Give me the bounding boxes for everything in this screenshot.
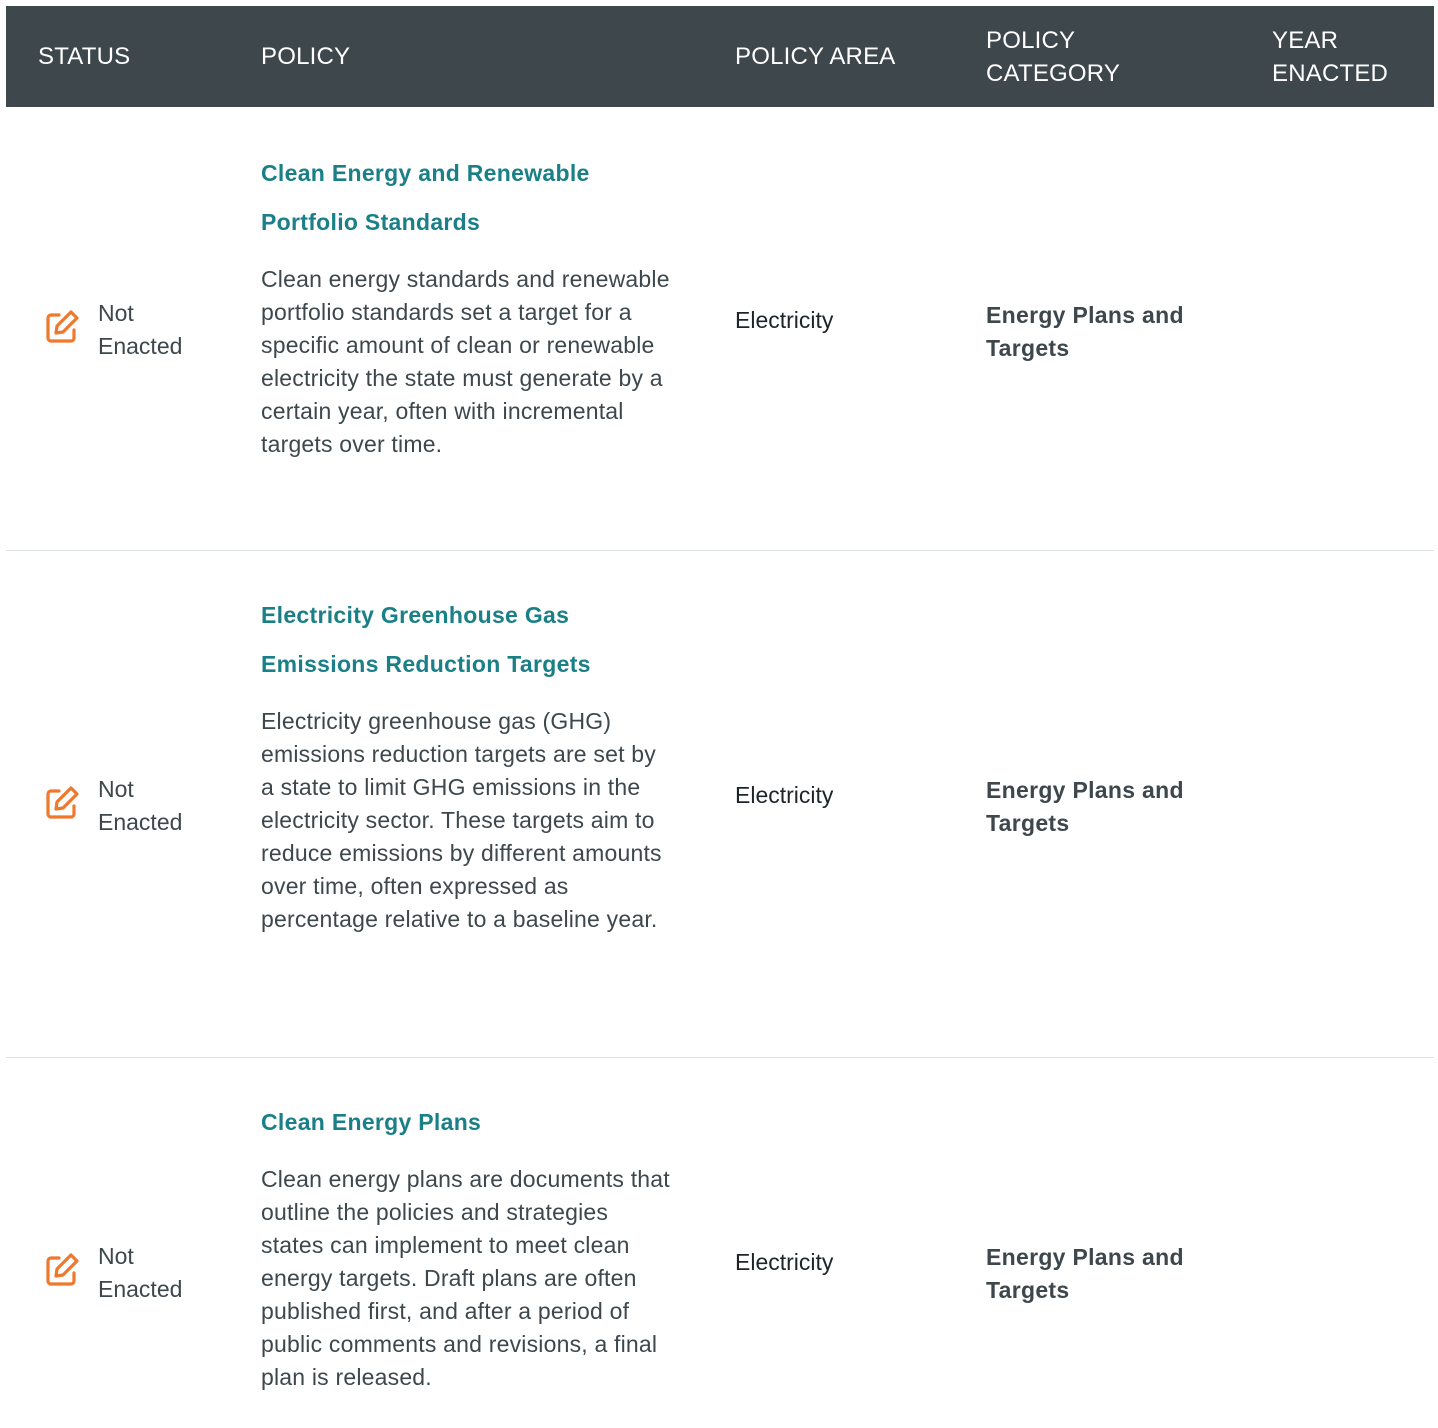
table-row: Not Enacted Electricity Greenhouse Gas E… bbox=[6, 551, 1434, 1058]
edit-pencil-icon bbox=[46, 786, 79, 819]
policy-cell: Clean Energy Plans Clean energy plans ar… bbox=[261, 1098, 671, 1394]
policy-category: Energy Plans and Targets bbox=[986, 302, 1184, 361]
status-text: Not Enacted bbox=[98, 776, 183, 835]
status-text: Not Enacted bbox=[98, 1243, 183, 1302]
header-status[interactable]: STATUS bbox=[38, 6, 228, 107]
header-year-enacted[interactable]: YEAR ENACTED bbox=[1272, 6, 1432, 107]
policy-category: Energy Plans and Targets bbox=[986, 777, 1184, 836]
policy-description: Clean energy standards and renewable por… bbox=[261, 266, 670, 457]
edit-pencil-icon bbox=[46, 310, 79, 343]
table-row: Not Enacted Clean Energy and Renewable P… bbox=[6, 107, 1434, 551]
policy-title-link[interactable]: Clean Energy and Renewable Portfolio Sta… bbox=[261, 149, 671, 247]
policy-area: Electricity bbox=[735, 782, 834, 808]
header-policy[interactable]: POLICY bbox=[261, 6, 681, 107]
policy-description: Electricity greenhouse gas (GHG) emissio… bbox=[261, 708, 662, 932]
status-cell: Not Enacted bbox=[42, 773, 208, 839]
policy-area: Electricity bbox=[735, 307, 834, 333]
table-header: STATUS POLICY POLICY AREA POLICY CATEGOR… bbox=[6, 6, 1434, 107]
policy-table: STATUS POLICY POLICY AREA POLICY CATEGOR… bbox=[6, 6, 1434, 1428]
policy-cell: Electricity Greenhouse Gas Emissions Red… bbox=[261, 591, 671, 936]
policy-cell: Clean Energy and Renewable Portfolio Sta… bbox=[261, 149, 671, 461]
table-row: Not Enacted Clean Energy Plans Clean ene… bbox=[6, 1058, 1434, 1428]
status-cell: Not Enacted bbox=[42, 297, 208, 363]
policy-area: Electricity bbox=[735, 1249, 834, 1275]
policy-title-link[interactable]: Clean Energy Plans bbox=[261, 1098, 671, 1147]
policy-title-link[interactable]: Electricity Greenhouse Gas Emissions Red… bbox=[261, 591, 671, 689]
policy-description: Clean energy plans are documents that ou… bbox=[261, 1166, 670, 1390]
header-policy-category[interactable]: POLICY CATEGORY bbox=[986, 6, 1206, 107]
status-text: Not Enacted bbox=[98, 300, 183, 359]
status-cell: Not Enacted bbox=[42, 1240, 208, 1306]
edit-pencil-icon bbox=[46, 1253, 79, 1286]
policy-category: Energy Plans and Targets bbox=[986, 1244, 1184, 1303]
header-policy-area[interactable]: POLICY AREA bbox=[735, 6, 955, 107]
